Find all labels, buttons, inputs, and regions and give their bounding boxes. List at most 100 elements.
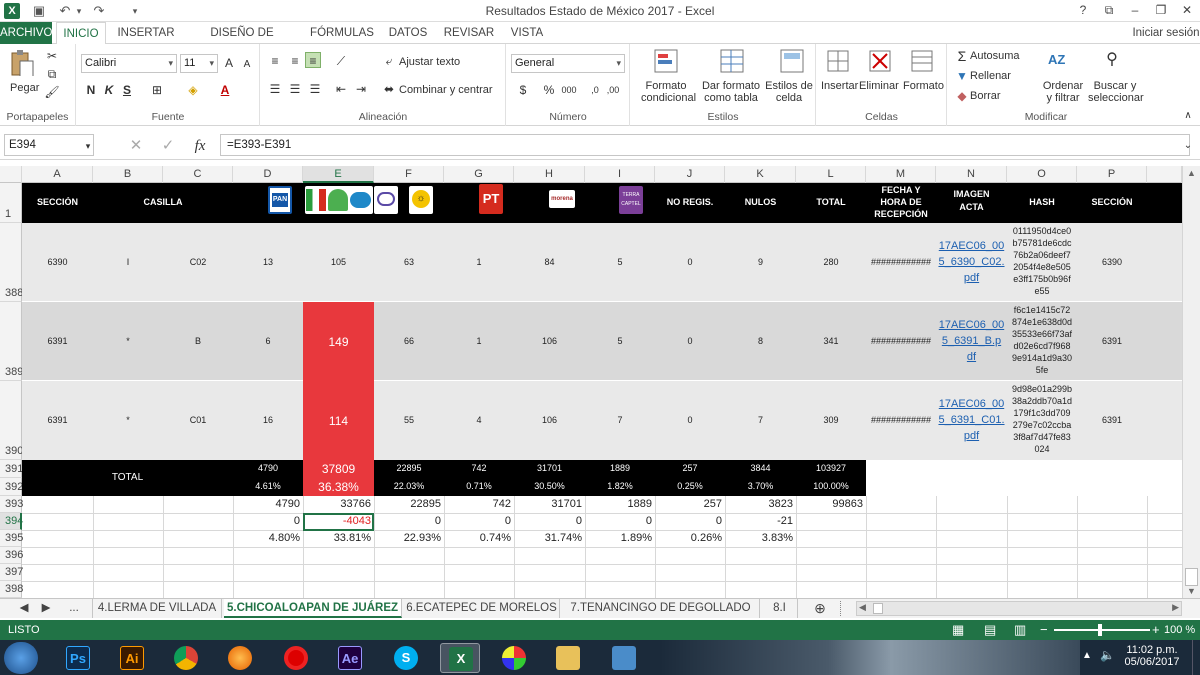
cell-g393[interactable]: 742 <box>444 498 514 510</box>
format-cells-icon[interactable] <box>909 48 935 74</box>
conditional-format-button[interactable]: Formato condicional <box>641 80 696 104</box>
cell-h388[interactable]: 84 <box>514 257 585 267</box>
percent-k[interactable]: 3.70% <box>725 481 796 491</box>
cell-b389[interactable]: * <box>93 336 163 346</box>
cell-d394[interactable]: 0 <box>233 515 303 527</box>
cell-a390[interactable]: 6391 <box>22 415 93 425</box>
zoom-out-icon[interactable]: − <box>1040 622 1048 637</box>
total-h[interactable]: 31701 <box>514 463 585 473</box>
row-header[interactable]: 396 <box>0 547 23 564</box>
format-as-table-icon[interactable] <box>719 48 745 74</box>
cell-h390[interactable]: 106 <box>514 415 585 425</box>
delete-cells-button[interactable]: Eliminar <box>859 80 899 92</box>
grow-font-icon[interactable]: A <box>221 55 237 71</box>
paste-icon[interactable] <box>9 50 35 76</box>
sheet-tab-active[interactable]: 5.CHICOALOAPAN DE JUÁREZ <box>224 599 402 618</box>
add-sheet-icon[interactable]: ⊕ <box>808 599 832 618</box>
cell-n389-link[interactable]: 17AEC06_00 5_6391_B.p df <box>936 317 1007 365</box>
italic-icon[interactable]: K <box>101 82 117 98</box>
column-header-f[interactable]: F <box>374 166 444 183</box>
cell-i395[interactable]: 1.89% <box>585 532 655 544</box>
enter-icon[interactable]: ✓ <box>160 138 176 154</box>
total-k[interactable]: 3844 <box>725 463 796 473</box>
start-button[interactable] <box>4 642 38 674</box>
merge-center-icon[interactable]: ⬌ <box>381 81 397 97</box>
cancel-icon[interactable]: ✕ <box>128 138 144 154</box>
column-header-b[interactable]: B <box>93 166 163 183</box>
percent-g[interactable]: 0.71% <box>444 481 514 491</box>
cell-e388[interactable]: 105 <box>303 257 374 267</box>
sheet-tab[interactable]: 6.ECATEPEC DE MORELOS <box>404 599 560 618</box>
cell-k390[interactable]: 7 <box>725 415 796 425</box>
row-header[interactable]: 388 <box>0 223 23 302</box>
column-header-c[interactable]: C <box>163 166 233 183</box>
scroll-left-icon[interactable]: ◀ <box>859 602 866 613</box>
increase-indent-icon[interactable]: ⇥ <box>353 81 369 97</box>
taskbar-photos[interactable] <box>604 643 644 673</box>
cell-g389[interactable]: 1 <box>444 336 514 346</box>
scroll-up-icon[interactable]: ▲ <box>1187 168 1196 178</box>
column-header-a[interactable]: A <box>22 166 93 183</box>
cell-f388[interactable]: 63 <box>374 257 444 267</box>
row-header[interactable]: 394 <box>0 513 23 530</box>
zoom-slider[interactable] <box>1054 629 1150 631</box>
cell-j388[interactable]: 0 <box>655 257 725 267</box>
tab-revisar[interactable]: REVISAR <box>440 22 498 44</box>
cell-m390[interactable]: ############ <box>866 415 936 425</box>
cell-j390[interactable]: 0 <box>655 415 725 425</box>
taskbar-explorer[interactable] <box>548 643 588 673</box>
cell-f389[interactable]: 66 <box>374 336 444 346</box>
sign-in-link[interactable]: Iniciar sesión <box>1132 22 1200 44</box>
font-name-select[interactable]: Calibri <box>81 54 177 73</box>
taskbar-opera[interactable] <box>276 643 316 673</box>
prev-sheet-icon[interactable]: ◀ <box>14 599 34 618</box>
tab-formulas[interactable]: FÓRMULAS <box>304 22 380 44</box>
cell-k389[interactable]: 8 <box>725 336 796 346</box>
volume-icon[interactable]: 🔈 <box>1100 648 1115 662</box>
percent-l[interactable]: 100.00% <box>796 481 866 491</box>
collapse-ribbon-icon[interactable]: ∧ <box>1180 108 1196 124</box>
row-header[interactable]: 391 <box>0 460 23 478</box>
fill-button[interactable]: Rellenar <box>970 70 1011 82</box>
h-scroll-thumb[interactable] <box>873 603 883 614</box>
row-header[interactable]: 397 <box>0 564 23 581</box>
cell-a389[interactable]: 6391 <box>22 336 93 346</box>
cell-e389[interactable]: 149 <box>303 335 374 349</box>
taskbar-photoshop[interactable]: Ps <box>58 643 98 673</box>
taskbar-skype[interactable]: S <box>386 643 426 673</box>
column-header-p[interactable]: P <box>1077 166 1147 183</box>
zoom-in-icon[interactable]: + <box>1152 622 1160 637</box>
cell-styles-icon[interactable] <box>779 48 805 74</box>
copy-icon[interactable]: ⧉ <box>44 66 60 82</box>
cell-g390[interactable]: 4 <box>444 415 514 425</box>
shrink-font-icon[interactable]: A <box>239 57 255 73</box>
paste-button[interactable]: Pegar <box>10 82 39 94</box>
number-format-select[interactable]: General <box>511 54 625 73</box>
cell-k393[interactable]: 3823 <box>725 498 796 510</box>
header-hash[interactable]: HASH <box>1007 197 1077 207</box>
find-select-button[interactable]: Buscar y seleccionar <box>1088 80 1144 104</box>
sort-filter-icon[interactable]: AZ <box>1048 52 1065 68</box>
page-layout-icon[interactable]: ▤ <box>984 622 996 638</box>
column-header-n[interactable]: N <box>936 166 1007 183</box>
show-desktop-button[interactable] <box>1192 640 1200 675</box>
orientation-icon[interactable]: ⟋ <box>333 53 349 69</box>
cell-e390[interactable]: 114 <box>303 414 374 428</box>
cell-h395[interactable]: 31.74% <box>514 532 585 544</box>
cell-i388[interactable]: 5 <box>585 257 655 267</box>
column-header-h[interactable]: H <box>514 166 585 183</box>
cell-f394[interactable]: 0 <box>374 515 444 527</box>
more-sheets-button[interactable]: ... <box>60 599 88 618</box>
scroll-thumb[interactable] <box>1185 568 1198 586</box>
tab-splitter[interactable] <box>840 601 848 616</box>
cell-m389[interactable]: ############ <box>866 336 936 346</box>
total-l[interactable]: 103927 <box>796 463 866 473</box>
percent-icon[interactable]: % <box>541 82 557 98</box>
cell-l393[interactable]: 99863 <box>796 498 866 510</box>
cell-h394[interactable]: 0 <box>514 515 585 527</box>
conditional-format-icon[interactable] <box>653 48 679 74</box>
total-d[interactable]: 4790 <box>233 463 303 473</box>
format-painter-icon[interactable]: 🖌 <box>44 84 60 100</box>
format-cells-button[interactable]: Formato <box>903 80 944 92</box>
taskbar-paint[interactable] <box>494 643 534 673</box>
